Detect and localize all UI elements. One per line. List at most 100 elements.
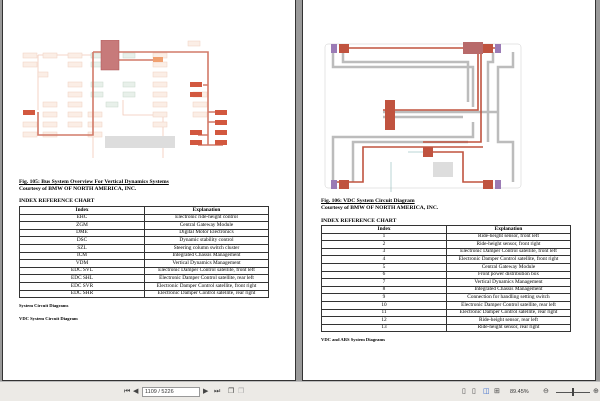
- explanation-cell: Dynamic stability control: [144, 236, 269, 245]
- table-row: 6 Front power distribution box: [321, 270, 571, 280]
- explanation-cell: Connection for handling setting switch: [446, 293, 571, 302]
- table-row: 9 Connection for handling setting switch: [321, 293, 571, 302]
- explanation-cell: Ride-height sensor, rear right: [446, 323, 571, 333]
- explanation-cell: Front power distribution box: [446, 270, 571, 280]
- index-cell: DSC: [19, 236, 145, 245]
- next-page-icon[interactable]: ▶: [203, 388, 208, 395]
- explanation-cell: Electronic Damper Control satellite, rea…: [446, 308, 571, 318]
- explanation-cell: Steering column switch cluster: [144, 243, 269, 253]
- explanation-cell: Integrated Chassis Management: [144, 251, 269, 261]
- explanation-cell: Integrated Chassis Management: [446, 285, 571, 295]
- index-cell: DME: [19, 228, 145, 238]
- table-row: 1 Ride-height sensor, front left: [321, 232, 571, 242]
- vdc-circuit-diagram: [324, 42, 522, 192]
- column-header: Index: [19, 206, 145, 215]
- index-cell: 1: [321, 232, 447, 242]
- table-row: 11 Electronic Damper Control satellite, r…: [321, 308, 571, 318]
- index-cell: 2: [321, 240, 447, 249]
- table-row: 4 Electronic Damper Control satellite, fr…: [321, 255, 571, 264]
- table-row: EDC SVR Electronic Damper Control satelli…: [19, 281, 269, 291]
- column-header: Index: [321, 225, 447, 234]
- chart-heading: INDEX REFERENCE CHART: [321, 218, 397, 224]
- figure-title: Fig. 106: VDC System Circuit Diagram: [321, 198, 415, 204]
- table-row: SZL Steering column switch cluster: [19, 243, 269, 253]
- left-page: Fig. 105: Bus System Overview For Vertic…: [2, 0, 296, 381]
- table-row: EDC SHR Electronic Damper Control satelli…: [19, 289, 269, 299]
- explanation-cell: Electronic Damper Control satellite, fro…: [144, 266, 269, 276]
- index-cell: 12: [321, 316, 447, 325]
- zoom-in-icon[interactable]: ⊕: [593, 388, 599, 395]
- table-row: EDC SVL Electronic Damper Control satelli…: [19, 266, 269, 276]
- zoom-level: 89.45%: [510, 389, 529, 395]
- explanation-cell: Digital Motor Electronics: [144, 228, 269, 238]
- continuous-facing-view-icon[interactable]: ⊞: [494, 388, 500, 395]
- table-row: DME Digital Motor Electronics: [19, 228, 269, 238]
- table-row: ZGM Central Gateway Module: [19, 221, 269, 230]
- index-cell: 7: [321, 278, 447, 287]
- explanation-cell: Ride-height sensor, rear left: [446, 316, 571, 325]
- section-heading: VDC System Circuit Diagram: [19, 316, 78, 321]
- column-header: Explanation: [446, 225, 571, 234]
- explanation-cell: Vertical Dynamics Management: [446, 278, 571, 287]
- index-cell: 5: [321, 262, 447, 272]
- single-page-view-icon[interactable]: ▯: [462, 388, 466, 395]
- last-page-icon[interactable]: ⏭: [214, 388, 220, 395]
- table-row: 2 Ride-height sensor, front right: [321, 240, 571, 249]
- index-cell: EDC SHL: [19, 274, 145, 283]
- right-page: Fig. 106: VDC System Circuit Diagram Cou…: [302, 0, 596, 381]
- explanation-cell: Central Gateway Module: [144, 221, 269, 230]
- table-row: EHC Electronic ride-height control: [19, 213, 269, 223]
- index-cell: 9: [321, 293, 447, 302]
- zoom-slider-thumb[interactable]: [572, 388, 574, 396]
- table-row: 8 Integrated Chassis Management: [321, 285, 571, 295]
- index-cell: 4: [321, 255, 447, 264]
- index-cell: EDC SVL: [19, 266, 145, 276]
- index-cell: 10: [321, 300, 447, 310]
- facing-pages-view-icon[interactable]: ◫: [483, 388, 490, 395]
- index-cell: 11: [321, 308, 447, 318]
- explanation-cell: Electronic Damper Control satellite, rea…: [144, 274, 269, 283]
- index-reference-table: Index Explanation EHC Electronic ride-heig…: [19, 206, 269, 299]
- index-cell: 13: [321, 323, 447, 333]
- index-cell: ZGM: [19, 221, 145, 230]
- explanation-cell: Electronic ride-height control: [144, 213, 269, 223]
- continuous-view-icon[interactable]: ▯: [472, 388, 476, 395]
- page-number-input[interactable]: 1109 / 5226: [142, 387, 200, 397]
- chart-heading: INDEX REFERENCE CHART: [19, 198, 95, 204]
- index-cell: EDC SHR: [19, 289, 145, 299]
- explanation-cell: Electronic Damper Control satellite, fro…: [446, 255, 571, 264]
- courtesy-text: Courtesy of BMW OF NORTH AMERICA, INC.: [321, 205, 439, 211]
- explanation-cell: Electronic Damper Control satellite, fro…: [144, 281, 269, 291]
- table-row: 10 Electronic Damper Control satellite, r…: [321, 300, 571, 310]
- explanation-cell: Electronic Damper Control satellite, rea…: [446, 300, 571, 310]
- explanation-cell: Vertical Dynamics Management: [144, 259, 269, 268]
- section-heading: System Circuit Diagrams: [19, 303, 69, 308]
- explanation-cell: Electronic Damper Control satellite, rea…: [144, 289, 269, 299]
- table-row: 5 Central Gateway Module: [321, 262, 571, 272]
- table-row: VDM Vertical Dynamics Management: [19, 259, 269, 268]
- explanation-cell: Ride-height sensor, front right: [446, 240, 571, 249]
- index-cell: 8: [321, 285, 447, 295]
- index-cell: 6: [321, 270, 447, 280]
- bus-system-diagram: [22, 40, 227, 158]
- column-header: Explanation: [144, 206, 269, 215]
- table-row: ICM Integrated Chassis Management: [19, 251, 269, 261]
- bottom-toolbar: ⏮ ◀ 1109 / 5226 ▶ ⏭ ❐ ❐ ▯ ▯ ◫ ⊞ 89.45% ⊖…: [0, 381, 600, 401]
- table-row: 12 Ride-height sensor, rear left: [321, 316, 571, 325]
- index-cell: VDM: [19, 259, 145, 268]
- table-row: 3 Electronic Damper Control satellite, fr…: [321, 247, 571, 257]
- figure-title: Fig. 105: Bus System Overview For Vertic…: [19, 179, 169, 185]
- first-page-icon[interactable]: ⏮: [124, 388, 130, 395]
- copy-icon[interactable]: ❐: [228, 388, 234, 395]
- table-row: EDC SHL Electronic Damper Control satelli…: [19, 274, 269, 283]
- explanation-cell: Ride-height sensor, front left: [446, 232, 571, 242]
- explanation-cell: Electronic Damper Control satellite, fro…: [446, 247, 571, 257]
- previous-page-icon[interactable]: ◀: [133, 388, 138, 395]
- section-heading: VDC and ARS System Diagrams: [321, 337, 386, 342]
- table-row: DSC Dynamic stability control: [19, 236, 269, 245]
- table-row: 13 Ride-height sensor, rear right: [321, 323, 571, 333]
- zoom-out-icon[interactable]: ⊖: [543, 388, 549, 395]
- explanation-cell: Central Gateway Module: [446, 262, 571, 272]
- paste-icon[interactable]: ❐: [238, 388, 244, 395]
- index-cell: SZL: [19, 243, 145, 253]
